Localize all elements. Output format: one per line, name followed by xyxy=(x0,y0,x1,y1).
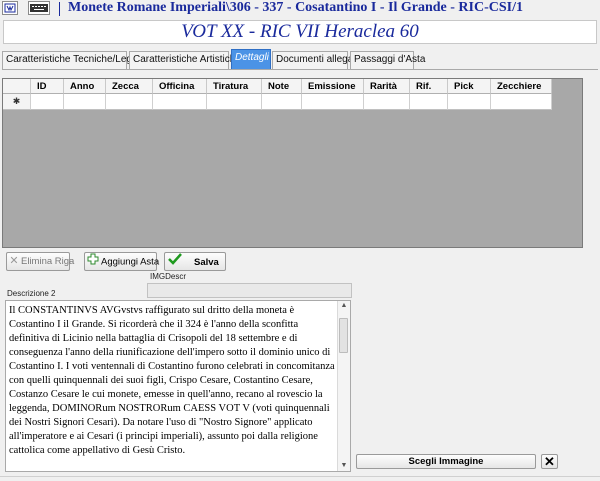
cell-zecca[interactable] xyxy=(106,94,153,110)
add-auction-button[interactable]: Aggiungi Asta xyxy=(84,252,160,271)
tab-caratteristiche-tecniche[interactable]: Caratteristiche Tecniche/Legali xyxy=(2,51,142,69)
delete-x-icon: ✕ xyxy=(9,255,19,267)
scroll-down-icon[interactable]: ▼ xyxy=(338,461,350,471)
column-header-tiratura[interactable]: Tiratura xyxy=(207,79,262,94)
save-label: Salva xyxy=(194,256,219,268)
keyboard-icon[interactable] xyxy=(28,1,50,15)
tab-passaggi-asta[interactable]: Passaggi d'Asta xyxy=(350,51,425,69)
scroll-thumb[interactable] xyxy=(339,318,348,353)
grid-corner xyxy=(3,79,31,94)
column-header-officina[interactable]: Officina xyxy=(153,79,207,94)
description-text[interactable]: Il CONSTANTINVS AVGvstvs raffigurato sul… xyxy=(9,304,337,470)
column-header-zecchiere[interactable]: Zecchiere xyxy=(491,79,552,94)
row-selector-new[interactable]: ✱ xyxy=(3,94,31,110)
column-header-rif[interactable]: Rif. xyxy=(410,79,448,94)
cell-anno[interactable] xyxy=(64,94,106,110)
cell-emissione[interactable] xyxy=(302,94,364,110)
cell-rif[interactable] xyxy=(410,94,448,110)
column-header-pick[interactable]: Pick xyxy=(448,79,491,94)
scroll-up-icon[interactable]: ▲ xyxy=(338,301,350,311)
column-header-emissione[interactable]: Emissione xyxy=(302,79,364,94)
delete-row-label: Elimina Riga xyxy=(21,256,75,267)
cell-officina[interactable] xyxy=(153,94,207,110)
window-title: Monete Romane Imperiali\306 - 337 - Cosa… xyxy=(68,0,523,15)
tab-documenti-allegati[interactable]: Documenti allegati xyxy=(272,51,358,69)
checkmark-icon xyxy=(168,253,188,271)
app-icon[interactable] xyxy=(2,1,18,15)
delete-row-button[interactable]: ✕ Elimina Riga xyxy=(6,252,74,271)
cell-note[interactable] xyxy=(262,94,302,110)
tab-caratteristiche-artistiche[interactable]: Caratteristiche Artistiche xyxy=(129,51,241,69)
cell-zecchiere[interactable] xyxy=(491,94,552,110)
tab-panel-border xyxy=(2,69,598,70)
choose-image-button[interactable]: Scegli Immagine xyxy=(356,454,536,469)
cell-pick[interactable] xyxy=(448,94,491,110)
column-header-anno[interactable]: Anno xyxy=(64,79,106,94)
save-button[interactable]: Salva xyxy=(164,252,226,271)
imgdescr-field[interactable] xyxy=(147,283,352,298)
coin-subtitle: VOT XX - RIC VII Heraclea 60 xyxy=(181,21,419,42)
plus-icon xyxy=(87,253,101,271)
add-auction-label: Aggiungi Asta xyxy=(101,256,160,268)
column-header-note[interactable]: Note xyxy=(262,79,302,94)
column-header-rarita[interactable]: Rarità xyxy=(364,79,410,94)
tab-dettagli[interactable]: Dettagli xyxy=(231,49,271,70)
imgdescr-label: IMGDescr xyxy=(150,272,186,281)
column-header-id[interactable]: ID xyxy=(31,79,64,94)
cell-id[interactable] xyxy=(31,94,64,110)
close-icon[interactable]: ✕ xyxy=(541,454,558,469)
bottom-divider xyxy=(0,476,600,477)
title-separator xyxy=(59,2,60,16)
column-header-zecca[interactable]: Zecca xyxy=(106,79,153,94)
cell-rarita[interactable] xyxy=(364,94,410,110)
cell-tiratura[interactable] xyxy=(207,94,262,110)
description-label: Descrizione 2 xyxy=(7,289,56,298)
